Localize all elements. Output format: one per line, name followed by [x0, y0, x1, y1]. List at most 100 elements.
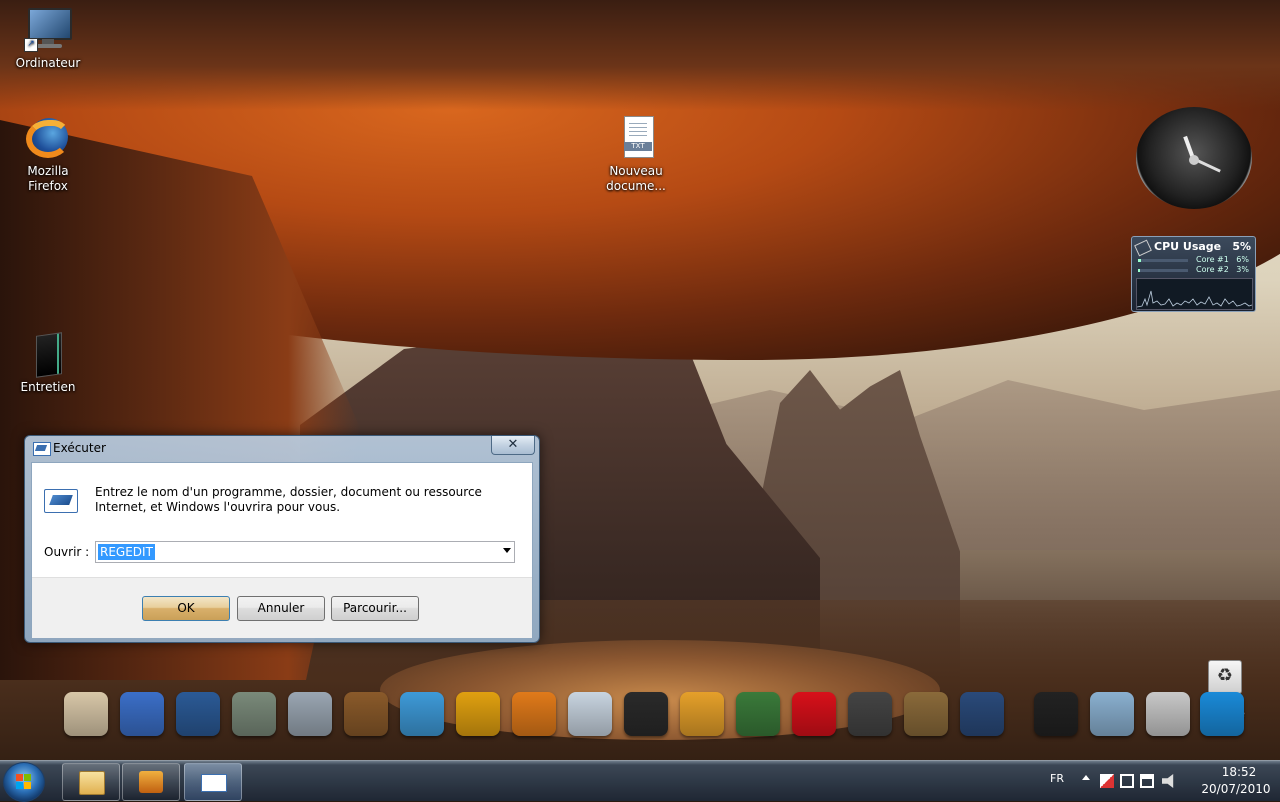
firefox-mail-icon: [512, 692, 556, 736]
dock-item[interactable]: [564, 688, 616, 740]
clock-center: [1189, 155, 1199, 165]
clock-date[interactable]: 20/07/2010: [1196, 782, 1276, 796]
dialog-body: Entrez le nom d'un programme, dossier, d…: [31, 462, 533, 638]
start-button[interactable]: [3, 762, 45, 802]
app-dock: [60, 688, 1244, 746]
dock-item[interactable]: [956, 688, 1008, 740]
dock-item[interactable]: [508, 688, 560, 740]
dock-item[interactable]: [228, 688, 280, 740]
clock-gadget[interactable]: [1132, 107, 1256, 209]
dock-item[interactable]: [1030, 688, 1082, 740]
dock-item[interactable]: [620, 688, 672, 740]
device-icon[interactable]: [1120, 774, 1134, 788]
desktop-icon-maintenance[interactable]: Entretien: [8, 330, 88, 395]
cpu-chip-icon: [1134, 239, 1152, 257]
open-label: Ouvrir :: [44, 545, 90, 559]
dock-item[interactable]: [676, 688, 728, 740]
ok-button[interactable]: OK: [142, 596, 230, 621]
mt-app-icon: [1034, 692, 1078, 736]
k-app-icon: [456, 692, 500, 736]
drive-icon: [1090, 692, 1134, 736]
cpu-core-bar: [1138, 269, 1188, 272]
dock-item[interactable]: [1196, 688, 1248, 740]
cpu-core-name: Core #2: [1196, 265, 1229, 274]
cpu-core-bar: [1138, 259, 1188, 262]
close-button[interactable]: ✕: [491, 436, 535, 455]
media-player-icon: [176, 692, 220, 736]
dock-item[interactable]: [1086, 688, 1138, 740]
folder-icon: [79, 771, 105, 795]
dock-item[interactable]: [732, 688, 784, 740]
desktop-icon-label: Nouveau docume...: [606, 164, 666, 193]
dialog-footer: OK Annuler Parcourir...: [32, 577, 532, 638]
dock-item[interactable]: [116, 688, 168, 740]
clock-time[interactable]: 18:52: [1206, 765, 1272, 779]
cpu-core-value: 3%: [1236, 265, 1249, 274]
computer-icon: ↗: [24, 6, 72, 54]
chrome-browser-icon: [736, 692, 780, 736]
mule-icon: [344, 692, 388, 736]
cpu-core-value: 6%: [1236, 255, 1249, 264]
dock-item[interactable]: [1142, 688, 1194, 740]
dock-item[interactable]: [340, 688, 392, 740]
action-center-flag-icon[interactable]: [1100, 774, 1114, 788]
firefox-icon: [24, 114, 72, 162]
dock-item[interactable]: [844, 688, 896, 740]
cat-keyboard-icon: [64, 692, 108, 736]
desktop-icon-text-document[interactable]: TXT Nouveau docume...: [596, 114, 676, 194]
cpu-core-name: Core #1: [1196, 255, 1229, 264]
taskbar-media-player-button[interactable]: [122, 763, 180, 801]
taskbar: FR 18:52 20/07/2010: [0, 760, 1280, 802]
windows-flag-icon: [16, 774, 32, 790]
dock-item[interactable]: [396, 688, 448, 740]
cpu-title: CPU Usage: [1154, 240, 1222, 253]
volume-icon[interactable]: [1162, 774, 1174, 788]
run-icon: [201, 774, 227, 792]
open-combobox[interactable]: REGEDIT: [95, 541, 515, 563]
dock-item[interactable]: [284, 688, 336, 740]
camera-photo-icon: [288, 692, 332, 736]
dock-item[interactable]: [452, 688, 504, 740]
text-file-icon: TXT: [612, 114, 660, 162]
desktop-icon-firefox[interactable]: Mozilla Firefox: [8, 114, 88, 194]
cpu-total: 5%: [1232, 240, 1251, 253]
taskbar-explorer-button[interactable]: [62, 763, 120, 801]
run-dialog: Exécuter ✕ Entrez le nom d'un programme,…: [24, 435, 540, 643]
cpu-usage-gadget[interactable]: CPU Usage 5% Core #1 6% Core #2 3%: [1131, 236, 1256, 312]
desktop-icon-computer[interactable]: ↗ Ordinateur: [8, 6, 88, 71]
dock-item[interactable]: [900, 688, 952, 740]
nuclear-app-icon: [624, 692, 668, 736]
open-input-value[interactable]: REGEDIT: [98, 544, 155, 560]
ccleaner-icon: [848, 692, 892, 736]
recycle-bin-icon: [1200, 692, 1244, 736]
browse-button[interactable]: Parcourir...: [331, 596, 419, 621]
avira-icon: [792, 692, 836, 736]
messenger-icon: [400, 692, 444, 736]
dialog-title: Exécuter: [53, 441, 106, 455]
chevron-down-icon[interactable]: [503, 548, 511, 553]
r-app-icon: [960, 692, 1004, 736]
dock-item[interactable]: [60, 688, 112, 740]
system-tray: FR 18:52 20/07/2010: [1020, 761, 1280, 801]
taskbar-run-button[interactable]: [184, 763, 242, 801]
cpu-core-row: Core #2 3%: [1136, 265, 1251, 275]
desktop-icon-label: Mozilla Firefox: [27, 164, 69, 193]
media-player-icon: [139, 771, 163, 793]
dock-item[interactable]: [788, 688, 840, 740]
shuttle-icon: [568, 692, 612, 736]
language-indicator[interactable]: FR: [1050, 772, 1064, 785]
cancel-button[interactable]: Annuler: [237, 596, 325, 621]
security-shield-icon: [232, 692, 276, 736]
maintenance-icon: [24, 330, 72, 378]
photoshop-icon: [680, 692, 724, 736]
desktop-icon-label: Entretien: [20, 380, 76, 394]
network-icon[interactable]: [1140, 774, 1154, 788]
show-hidden-icons-icon[interactable]: [1082, 775, 1090, 780]
cpu-history-graph: [1136, 278, 1253, 310]
cube-app-icon: [120, 692, 164, 736]
dock-item[interactable]: [172, 688, 224, 740]
tools-icon: [1146, 692, 1190, 736]
bg-app-icon: [904, 692, 948, 736]
desktop-icon-label: Ordinateur: [15, 56, 81, 70]
run-icon: [44, 489, 78, 513]
